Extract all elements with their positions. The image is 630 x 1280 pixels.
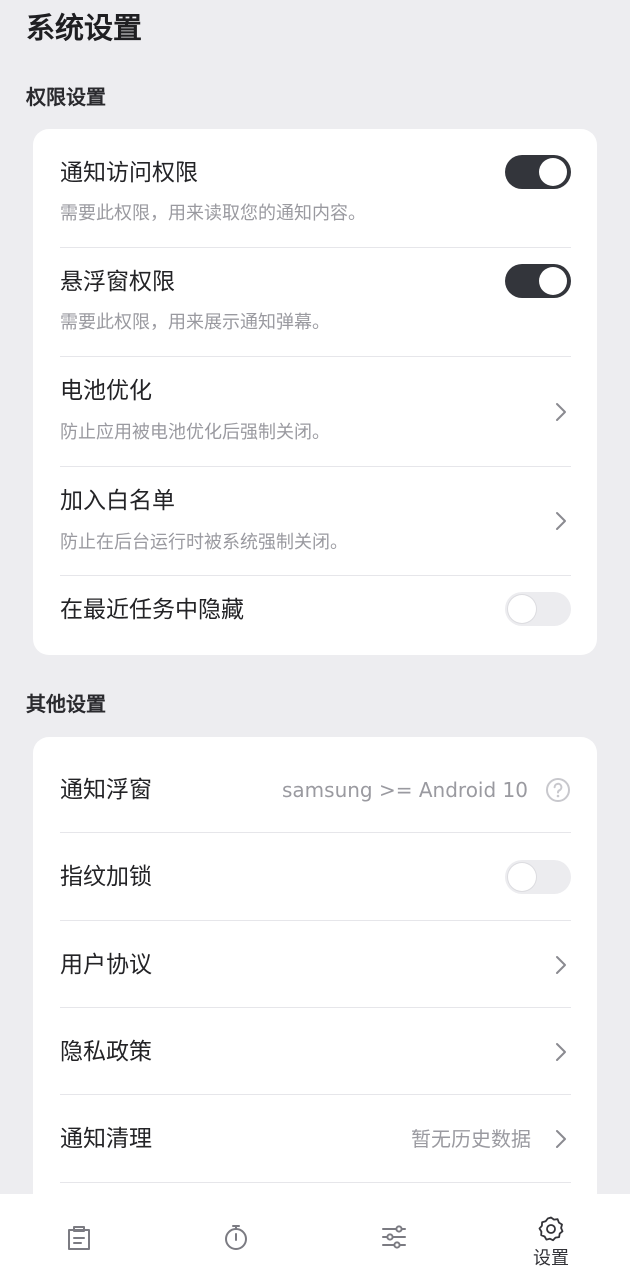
row-notification-cleanup[interactable]: 通知清理 暂无历史数据 (60, 1095, 571, 1183)
section-title-other: 其他设置 (26, 692, 106, 716)
toggle-knob (539, 267, 567, 295)
nav-item-settings[interactable]: 设置 (491, 1194, 611, 1280)
chevron-right-icon (556, 403, 566, 421)
row-desc: 防止应用被电池优化后强制关闭。 (60, 422, 330, 443)
row-notification-float[interactable]: 通知浮窗 samsung >= Android 10 (60, 737, 571, 833)
help-icon[interactable] (545, 777, 571, 803)
row-desc: 防止在后台运行时被系统强制关闭。 (60, 532, 348, 553)
row-title: 用户协议 (60, 952, 152, 978)
stopwatch-icon (225, 1225, 247, 1250)
row-battery-optimization[interactable]: 电池优化 防止应用被电池优化后强制关闭。 (60, 357, 571, 467)
row-title: 通知清理 (60, 1126, 152, 1152)
row-fingerprint-lock[interactable]: 指纹加锁 (60, 833, 571, 921)
toggle-knob (539, 158, 567, 186)
row-notification-access[interactable]: 通知访问权限 需要此权限，用来读取您的通知内容。 (60, 129, 571, 248)
row-title: 通知浮窗 (60, 777, 152, 803)
row-hide-from-recents[interactable]: 在最近任务中隐藏 (60, 576, 571, 655)
chevron-right-icon (556, 512, 566, 530)
row-privacy-policy[interactable]: 隐私政策 (60, 1008, 571, 1095)
section-title-permissions: 权限设置 (26, 85, 106, 109)
row-desc: 需要此权限，用来读取您的通知内容。 (60, 203, 366, 224)
row-title: 在最近任务中隐藏 (60, 597, 244, 623)
chevron-right-icon (556, 1043, 566, 1061)
row-title: 指纹加锁 (60, 864, 152, 890)
row-title: 通知访问权限 (60, 160, 198, 186)
other-card: 通知浮窗 samsung >= Android 10 指纹加锁 用户协议 隐私政… (33, 737, 597, 1257)
notification-access-toggle[interactable] (505, 155, 571, 189)
nav-item-filters[interactable] (334, 1194, 454, 1280)
nav-label: 设置 (533, 1248, 569, 1269)
page-title: 系统设置 (26, 11, 143, 45)
nav-item-records[interactable] (19, 1194, 139, 1280)
row-title: 加入白名单 (60, 488, 175, 514)
hide-from-recents-toggle[interactable] (505, 592, 571, 626)
clipboard-icon (68, 1226, 90, 1250)
row-desc: 需要此权限，用来展示通知弹幕。 (60, 312, 330, 333)
row-title: 电池优化 (60, 378, 152, 404)
permissions-card: 通知访问权限 需要此权限，用来读取您的通知内容。 悬浮窗权限 需要此权限，用来展… (33, 129, 597, 655)
row-overlay-permission[interactable]: 悬浮窗权限 需要此权限，用来展示通知弹幕。 (60, 248, 571, 357)
row-title: 悬浮窗权限 (60, 269, 175, 295)
row-value: 暂无历史数据 (411, 1127, 531, 1151)
toggle-knob (508, 863, 536, 891)
fingerprint-lock-toggle[interactable] (505, 860, 571, 894)
row-whitelist[interactable]: 加入白名单 防止在后台运行时被系统强制关闭。 (60, 467, 571, 576)
bottom-nav: 设置 (0, 1194, 630, 1280)
nav-item-timer[interactable] (176, 1194, 296, 1280)
row-user-agreement[interactable]: 用户协议 (60, 921, 571, 1008)
gear-icon (538, 1216, 564, 1242)
chevron-right-icon (556, 1130, 566, 1148)
overlay-permission-toggle[interactable] (505, 264, 571, 298)
row-title: 隐私政策 (60, 1039, 152, 1065)
toggle-knob (508, 595, 536, 623)
row-value: samsung >= Android 10 (282, 778, 528, 802)
sliders-icon (382, 1225, 406, 1249)
chevron-right-icon (556, 956, 566, 974)
